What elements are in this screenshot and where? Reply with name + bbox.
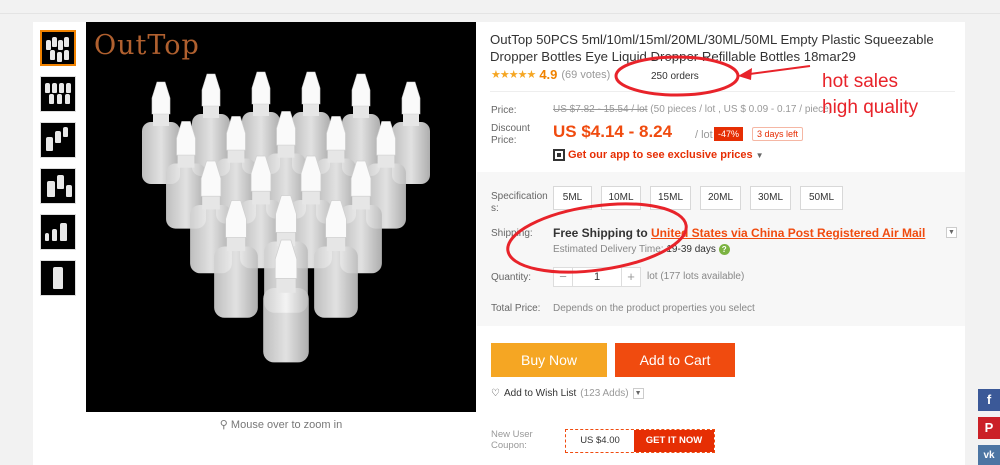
wish-count: (123 Adds) (580, 388, 629, 399)
qr-code-icon (553, 149, 565, 161)
pinterest-icon[interactable]: P (978, 417, 1000, 439)
thumbnail-6[interactable] (40, 260, 76, 296)
spec-option-10ml[interactable]: 10ML (601, 186, 641, 210)
quantity-input[interactable]: 1 (573, 267, 621, 287)
wishlist-dropdown-icon[interactable]: ▼ (632, 388, 644, 399)
spec-label-line1: Specification (491, 191, 548, 202)
shipping-dropdown-icon[interactable]: ▼ (946, 227, 957, 238)
thumbnail-list (40, 30, 78, 306)
shipping-info: Free Shipping to United States via China… (553, 226, 925, 240)
brand-watermark: OutTop (94, 30, 200, 61)
spec-label-line2: s: (491, 203, 499, 214)
main-product-image[interactable]: OutTop (86, 22, 476, 412)
annotation-hot-sales: hot sales (822, 71, 899, 92)
rating: ★★★★★ 4.9 (69 votes) (491, 67, 610, 82)
heart-icon: ♡ (491, 388, 500, 399)
add-to-cart-button[interactable]: Add to Cart (615, 343, 735, 377)
help-icon[interactable]: ? (718, 244, 730, 255)
buy-now-button[interactable]: Buy Now (491, 343, 607, 377)
free-shipping-text: Free Shipping to (553, 226, 648, 240)
zoom-hint: ⚲ Mouse over to zoom in (86, 418, 476, 431)
shipping-method-link[interactable]: United States via China Post Registered … (651, 226, 925, 240)
new-user-coupon: US $4.00 GET IT NOW (565, 429, 715, 453)
days-left-badge: 3 days left (752, 127, 804, 141)
get-coupon-button[interactable]: GET IT NOW (634, 430, 714, 452)
discount-label: Discount Price: (491, 123, 530, 147)
spec-label: Specification s: (491, 191, 548, 215)
total-price-label: Total Price: (491, 303, 541, 314)
spec-option-50ml[interactable]: 50ML (800, 186, 843, 210)
shipping-label: Shipping: (491, 228, 533, 239)
coupon-amount: US $4.00 (566, 430, 634, 452)
orders-count: 250 orders (651, 71, 699, 82)
old-price-note: (50 pieces / lot , US $ 0.09 - 0.17 / pi… (650, 104, 833, 115)
discount-label-line1: Discount (491, 123, 530, 134)
coupon-label-line2: Coupon: (491, 440, 527, 451)
top-strip (0, 0, 1000, 14)
quantity-label: Quantity: (491, 272, 532, 283)
magnifier-icon: ⚲ (219, 419, 228, 431)
quantity-increase-button[interactable]: + (621, 267, 641, 287)
delivery-estimate: Estimated Delivery Time: 19-39 days ? (553, 244, 730, 255)
thumbnail-1[interactable] (40, 30, 76, 66)
bottles-illustration (142, 71, 430, 363)
quantity-decrease-button[interactable]: − (553, 267, 573, 287)
chevron-down-icon: ▼ (755, 150, 764, 160)
discount-percent-badge: -47% (714, 127, 744, 141)
coupon-label-line1: New User (491, 429, 533, 440)
app-promo-text: Get our app to see exclusive prices (568, 149, 753, 161)
spec-option-20ml[interactable]: 20ML (700, 186, 741, 210)
total-price-value: Depends on the product properties you se… (553, 303, 755, 314)
add-to-wishlist[interactable]: ♡ Add to Wish List (123 Adds) ▼ (491, 388, 644, 399)
old-price-value: US $7.82 - 15.54 / lot (553, 104, 648, 115)
discount-label-line2: Price: (491, 135, 517, 146)
thumbnail-5[interactable] (40, 214, 76, 250)
spec-option-15ml[interactable]: 15ML (650, 186, 691, 210)
wish-label: Add to Wish List (503, 388, 577, 399)
vk-icon[interactable]: vk (978, 445, 1000, 465)
rating-votes[interactable]: (69 votes) (561, 69, 610, 81)
eta-value: 19-39 days (666, 244, 716, 256)
zoom-hint-text: Mouse over to zoom in (230, 419, 343, 431)
spec-option-30ml[interactable]: 30ML (750, 186, 791, 210)
annotation-high-quality: high quality (822, 97, 919, 118)
discount-price: US $4.14 - 8.24 (553, 122, 673, 141)
thumbnail-3[interactable] (40, 122, 76, 158)
spec-option-5ml[interactable]: 5ML (553, 186, 592, 210)
discount-unit: / lot (695, 129, 713, 141)
eta-label: Estimated Delivery Time: (553, 244, 664, 256)
lots-available: lot (177 lots available) (647, 271, 745, 282)
facebook-icon[interactable]: f (978, 389, 1000, 411)
price-label: Price: (491, 105, 517, 116)
rating-score: 4.9 (539, 67, 558, 82)
thumbnail-2[interactable] (40, 76, 76, 112)
app-promo-link[interactable]: Get our app to see exclusive prices ▼ (553, 149, 764, 161)
thumbnail-4[interactable] (40, 168, 76, 204)
star-rating-icon: ★★★★★ (491, 69, 536, 81)
product-title: OutTop 50PCS 5ml/10ml/15ml/20ML/30ML/50M… (490, 32, 934, 64)
old-price: US $7.82 - 15.54 / lot (50 pieces / lot … (553, 104, 832, 115)
quantity-stepper: − 1 + (553, 267, 641, 287)
coupon-label: New User Coupon: (491, 429, 533, 451)
